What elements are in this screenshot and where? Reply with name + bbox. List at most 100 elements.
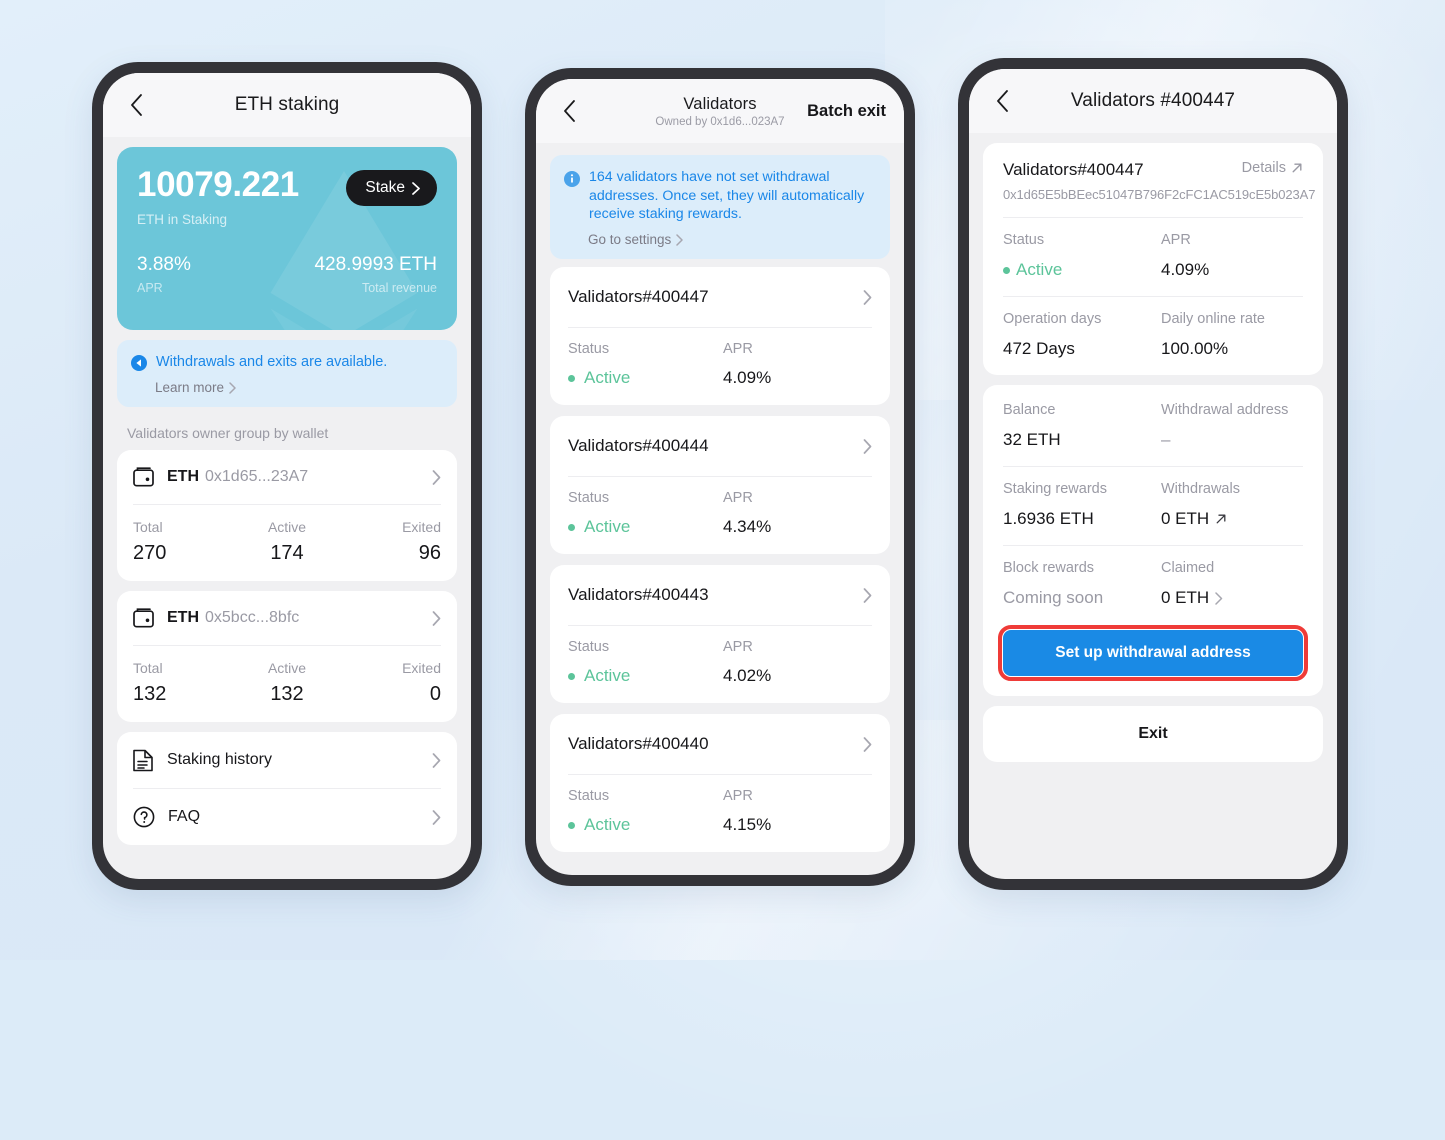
apr-key: APR <box>723 788 753 805</box>
navbar-validators: Validators Owned by 0x1d6...023A7 Batch … <box>536 79 904 143</box>
details-link[interactable]: Details <box>1242 160 1303 176</box>
wallet-card-header[interactable]: ETH 0x5bcc...8bfc <box>133 591 441 645</box>
validator-apr: APR 4.34% <box>723 490 872 537</box>
external-link-icon <box>1216 514 1226 524</box>
daily-online-value: 100.00% <box>1161 339 1229 358</box>
apr-value: 3.88% <box>137 253 191 275</box>
status-value: Active <box>1016 260 1063 279</box>
staking-rewards-key: Staking rewards <box>1003 481 1107 497</box>
status-key: Status <box>568 639 610 656</box>
validator-card[interactable]: Validators #400440 Status Active APR 4.1… <box>550 714 890 853</box>
stat-total-key: Total <box>133 519 163 536</box>
wallet-chevron[interactable] <box>432 610 441 626</box>
validator-chevron[interactable] <box>863 587 872 603</box>
wallet-chevron[interactable] <box>432 469 441 485</box>
exit-button[interactable]: Exit <box>983 706 1323 762</box>
balance-row: Balance 32 ETH Withdrawal address – <box>1003 385 1303 466</box>
back-button[interactable] <box>987 86 1017 116</box>
validator-card[interactable]: Validators #400443 Status Active APR 4.0… <box>550 565 890 704</box>
status-value-wrap: Active <box>1003 260 1161 280</box>
batch-exit-button[interactable]: Batch exit <box>807 102 886 121</box>
apr-key: APR <box>1161 232 1191 248</box>
block-rewards-key: Block rewards <box>1003 560 1095 576</box>
chevron-right-icon <box>432 610 441 626</box>
withdrawal-address-value: – <box>1161 430 1171 449</box>
chevron-right-icon <box>432 752 441 768</box>
wallet-card[interactable]: ETH 0x5bcc...8bfc Total 132 Active 132 E… <box>117 591 457 723</box>
phone-frame-validators-list: Validators Owned by 0x1d6...023A7 Batch … <box>525 68 915 886</box>
apr-key: APR <box>723 341 753 358</box>
status-key: Status <box>568 788 610 805</box>
stat-total: Total 270 <box>133 519 236 565</box>
status-value-wrap: Active <box>568 666 723 686</box>
validator-card-header[interactable]: Validators #400443 <box>568 565 872 625</box>
page-title: ETH staking <box>234 94 340 115</box>
stat-exited-value: 96 <box>418 542 442 565</box>
withdrawals-available-banner: Withdrawals and exits are available. Lea… <box>117 340 457 408</box>
validator-chevron[interactable] <box>863 438 872 454</box>
info-circle-icon <box>131 355 147 371</box>
validator-card-header[interactable]: Validators #400447 <box>568 267 872 327</box>
status-value: Active <box>584 666 631 686</box>
wallet-stats: Total 132 Active 132 Exited 0 <box>133 646 441 722</box>
stake-button[interactable]: Stake <box>346 170 437 206</box>
validator-card-header[interactable]: Validators #400444 <box>568 416 872 476</box>
validator-apr: APR 4.09% <box>723 341 872 388</box>
wallet-card[interactable]: ETH 0x1d65...23A7 Total 270 Active 174 E… <box>117 450 457 582</box>
details-link-label: Details <box>1241 160 1286 176</box>
go-to-settings-link[interactable]: Go to settings <box>588 232 876 247</box>
detail-claimed[interactable]: Claimed 0 ETH <box>1161 560 1303 608</box>
validator-title: Validators <box>1003 160 1078 179</box>
document-icon <box>133 749 153 771</box>
wallet-card-header[interactable]: ETH 0x1d65...23A7 <box>133 450 441 504</box>
menu-card: Staking history FAQ <box>117 732 457 846</box>
validators-list: Validators #400447 Status Active APR 4.0… <box>550 267 890 853</box>
validator-card[interactable]: Validators #400444 Status Active APR 4.3… <box>550 416 890 555</box>
status-dot-icon <box>1003 266 1010 274</box>
validators-group-label: Validators owner group by wallet <box>127 425 329 442</box>
validator-id: #400440 <box>642 734 709 754</box>
menu-chevron[interactable] <box>432 809 441 825</box>
validator-card-header[interactable]: Validators #400440 <box>568 714 872 774</box>
apr-stat: 3.88% APR <box>137 254 191 295</box>
apr-value: 4.15% <box>723 815 772 835</box>
menu-item-faq[interactable]: FAQ <box>133 789 441 845</box>
learn-more-link[interactable]: Learn more <box>155 380 443 395</box>
validator-apr: APR 4.15% <box>723 788 872 835</box>
wallet-chain: ETH <box>167 468 199 486</box>
validator-card[interactable]: Validators #400447 Status Active APR 4.0… <box>550 267 890 406</box>
back-button[interactable] <box>554 96 584 126</box>
content-scroll-validators[interactable]: 164 validators have not set withdrawal a… <box>536 143 904 875</box>
screen-validator-detail: Validators #400447 Validators #400447 De… <box>969 69 1337 879</box>
banner-message: 164 validators have not set withdrawal a… <box>589 169 865 223</box>
status-dot-icon <box>568 672 575 680</box>
operation-days-key: Operation days <box>1003 311 1102 327</box>
validator-title: Validators <box>568 436 643 456</box>
claimed-value: 0 ETH <box>1161 588 1210 607</box>
apr-value: 4.09% <box>1161 260 1210 279</box>
status-apr-row: Status Active APR 4.09% <box>1003 218 1303 296</box>
apr-value: 4.34% <box>723 517 772 537</box>
validator-chevron[interactable] <box>863 289 872 305</box>
content-scroll-eth-staking[interactable]: 10079.221 ETH in Staking Stake 3.88% APR <box>103 137 471 879</box>
content-scroll-validator-detail[interactable]: Validators #400447 Details 0x1d65E5bBEec… <box>969 133 1337 879</box>
validator-id: #400447 <box>642 287 709 307</box>
stat-active: Active 174 <box>236 519 339 565</box>
wallet-icon <box>133 467 154 487</box>
chevron-right-icon <box>1215 591 1223 605</box>
detail-withdrawals[interactable]: Withdrawals 0 ETH <box>1161 481 1303 529</box>
status-key: Status <box>568 341 610 358</box>
menu-chevron[interactable] <box>432 752 441 768</box>
status-value: Active <box>584 517 631 537</box>
validator-id: #400443 <box>642 585 709 605</box>
validator-chevron[interactable] <box>863 736 872 752</box>
menu-item-staking-history[interactable]: Staking history <box>133 732 441 788</box>
validator-info-card: Validators #400447 Details 0x1d65E5bBEec… <box>983 143 1323 375</box>
back-button[interactable] <box>121 90 151 120</box>
apr-key: APR <box>723 490 753 507</box>
chevron-left-icon <box>996 90 1008 112</box>
set-up-withdrawal-address-button[interactable]: Set up withdrawal address <box>1003 630 1303 676</box>
withdrawals-key: Withdrawals <box>1161 481 1240 497</box>
stat-total-value: 270 <box>133 542 167 565</box>
status-dot-icon <box>568 821 575 829</box>
